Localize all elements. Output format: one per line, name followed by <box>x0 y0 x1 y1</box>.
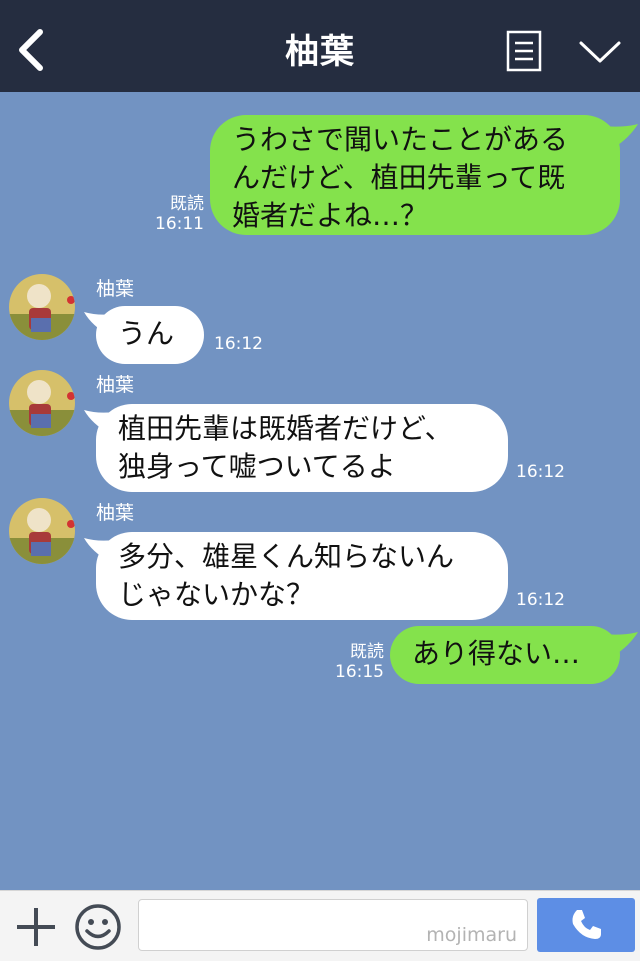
chat-title: 柚葉 <box>285 32 355 72</box>
list-icon <box>506 30 542 72</box>
sender-name: 柚葉 <box>96 502 135 524</box>
menu-button[interactable] <box>506 30 542 72</box>
message-time: 16:11 <box>155 214 204 234</box>
avatar-image <box>9 274 75 340</box>
message-line: んだけど、植田先輩って既 <box>232 161 566 194</box>
add-button[interactable] <box>14 905 58 949</box>
message-bubble-outgoing[interactable]: あり得ない… <box>390 626 620 684</box>
call-button[interactable] <box>537 898 635 952</box>
chat-header: 柚葉 <box>0 0 640 92</box>
read-receipt: 既読 16:11 <box>150 194 204 234</box>
avatar-image <box>9 498 75 564</box>
sender-name: 柚葉 <box>96 374 135 396</box>
avatar[interactable] <box>9 274 75 340</box>
message-time: 16:12 <box>516 462 565 482</box>
message-bubble-incoming[interactable]: うん <box>96 306 204 364</box>
message-input[interactable]: mojimaru <box>138 899 528 951</box>
chevron-down-icon <box>579 41 621 63</box>
message-line: 多分、雄星くん知らないん <box>118 540 455 573</box>
message-bubble-incoming[interactable]: 多分、雄星くん知らないん じゃないかな？ <box>96 532 508 620</box>
plus-icon <box>17 908 55 946</box>
message-time: 16:12 <box>516 590 565 610</box>
message-line: うわさで聞いたことがある <box>232 123 569 156</box>
message-line: あり得ない… <box>412 637 581 670</box>
read-receipt: 既読 16:15 <box>330 642 384 682</box>
avatar-image <box>9 370 75 436</box>
smiley-icon <box>75 904 121 950</box>
message-time: 16:12 <box>214 334 263 354</box>
message-line: 独身って嘘ついてるよ <box>118 450 396 483</box>
chat-area[interactable]: 既読 16:11 うわさで聞いたことがある んだけど、植田先輩って既 婚者だよね… <box>0 92 640 890</box>
input-bar: mojimaru <box>0 890 640 961</box>
message-line: 婚者だよね…？ <box>232 199 429 232</box>
avatar[interactable] <box>9 370 75 436</box>
read-label: 既読 <box>170 194 204 214</box>
avatar[interactable] <box>9 498 75 564</box>
collapse-button[interactable] <box>578 38 622 66</box>
message-line: 植田先輩は既婚者だけど、 <box>118 412 453 445</box>
phone-icon <box>572 910 601 939</box>
message-line: うん <box>118 317 175 350</box>
input-placeholder: mojimaru <box>426 924 517 946</box>
message-line: じゃないかな？ <box>118 578 315 611</box>
message-bubble-incoming[interactable]: 植田先輩は既婚者だけど、 独身って嘘ついてるよ <box>96 404 508 492</box>
emoji-button[interactable] <box>74 903 122 951</box>
sender-name: 柚葉 <box>96 278 135 300</box>
message-time: 16:15 <box>335 662 384 682</box>
message-bubble-outgoing[interactable]: うわさで聞いたことがある んだけど、植田先輩って既 婚者だよね…？ <box>210 115 620 235</box>
read-label: 既読 <box>350 642 384 662</box>
